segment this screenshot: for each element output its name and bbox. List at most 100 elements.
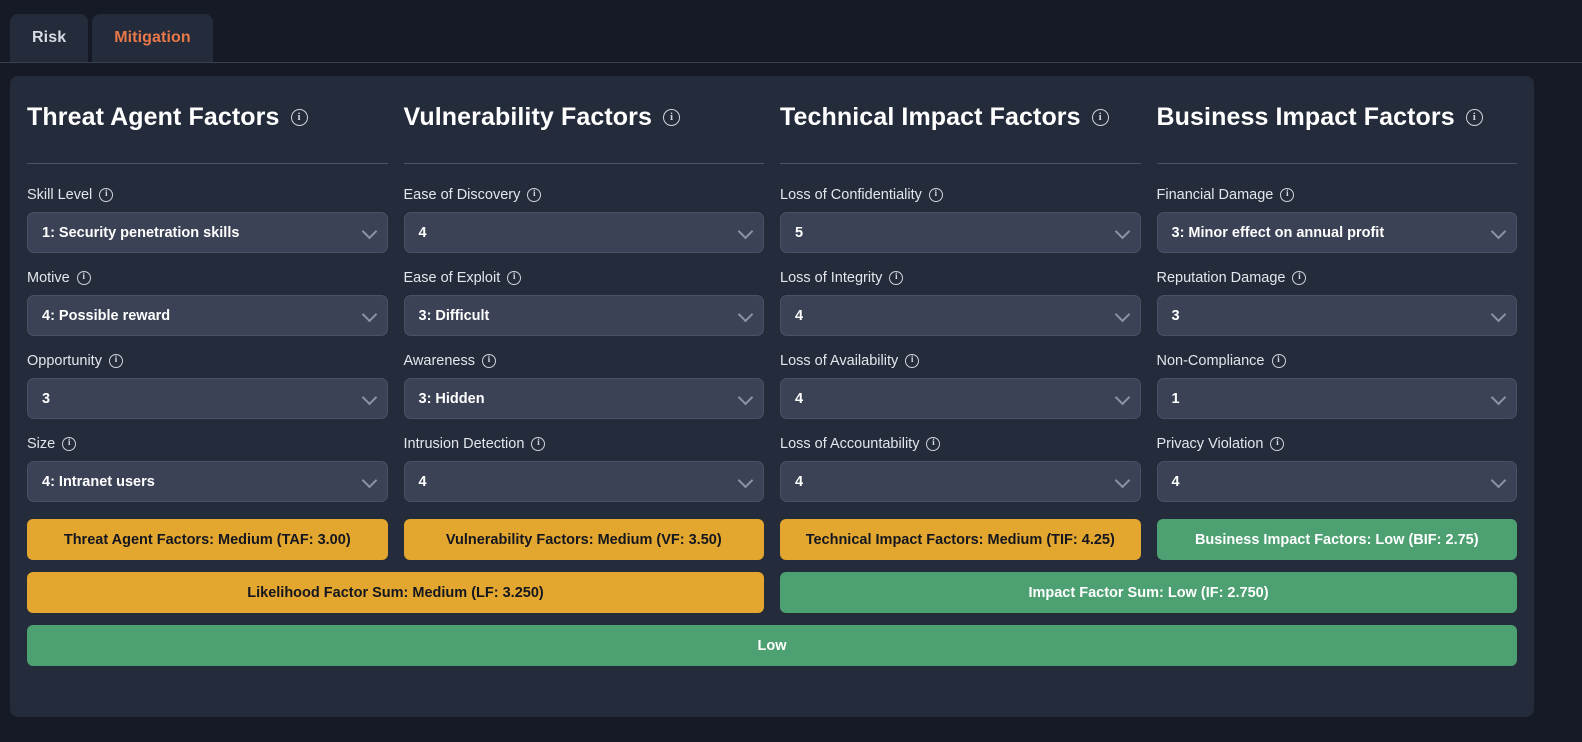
page-title-threat-agent-factors: Threat Agent Factors: [27, 102, 280, 131]
select-loss-of-confidentiality[interactable]: 5: [780, 212, 1141, 253]
chevron-down-icon: [361, 306, 377, 322]
field-motive: Motive i 4: Possible reward: [27, 270, 388, 336]
select-size[interactable]: 4: Intranet users: [27, 461, 388, 502]
select-privacy-violation[interactable]: 4: [1156, 461, 1517, 502]
select-ease-of-exploit[interactable]: 3: Difficult: [403, 295, 764, 336]
field-label: Reputation Damage: [1156, 270, 1286, 286]
column-vulnerability-factors: Ease of Discovery i 4 Ease of Exploit i …: [403, 164, 764, 560]
chevron-down-icon: [1114, 389, 1130, 405]
info-icon[interactable]: i: [531, 437, 546, 451]
select-loss-of-accountability[interactable]: 4: [780, 461, 1141, 502]
status-badge-overall-severity: Low: [27, 625, 1517, 666]
field-skill-level: Skill Level i 1: Security penetration sk…: [27, 187, 388, 253]
info-icon[interactable]: i: [481, 354, 496, 368]
field-non-compliance: Non-Compliance i 1: [1156, 353, 1517, 419]
chevron-down-icon: [1490, 306, 1507, 322]
field-loss-of-confidentiality: Loss of Confidentiality i 5: [780, 187, 1141, 253]
chevron-down-icon: [361, 223, 377, 239]
info-icon[interactable]: i: [1292, 271, 1307, 285]
field-label: Loss of Confidentiality: [780, 187, 922, 203]
factors-card: Threat Agent Factors i Vulnerability Fac…: [10, 76, 1534, 717]
info-icon[interactable]: i: [62, 437, 77, 451]
field-label: Ease of Exploit: [403, 270, 501, 286]
tab-mitigation[interactable]: Mitigation: [92, 14, 213, 62]
select-value: 4: [795, 473, 804, 490]
info-icon[interactable]: i: [928, 188, 943, 202]
factor-sum-row: Likelihood Factor Sum: Medium (LF: 3.250…: [10, 572, 1534, 613]
column-header-business-impact-factors: Business Impact Factors i: [1156, 76, 1517, 164]
select-financial-damage[interactable]: 3: Minor effect on annual profit: [1156, 212, 1517, 253]
field-awareness: Awareness i 3: Hidden: [403, 353, 764, 419]
chevron-down-icon: [737, 223, 754, 239]
select-motive[interactable]: 4: Possible reward: [27, 295, 388, 336]
field-ease-of-exploit: Ease of Exploit i 3: Difficult: [403, 270, 764, 336]
field-label: Loss of Availability: [780, 353, 899, 369]
select-value: 4: [795, 307, 804, 324]
field-loss-of-integrity: Loss of Integrity i 4: [780, 270, 1141, 336]
select-value: 4: [795, 390, 804, 407]
info-icon[interactable]: i: [527, 188, 542, 202]
select-opportunity[interactable]: 3: [27, 378, 388, 419]
status-badge-vulnerability-factors: Vulnerability Factors: Medium (VF: 3.50): [403, 519, 764, 560]
select-skill-level[interactable]: 1: Security penetration skills: [27, 212, 388, 253]
info-icon[interactable]: i: [662, 108, 680, 126]
select-value: 4: [1171, 473, 1180, 490]
select-awareness[interactable]: 3: Hidden: [403, 378, 764, 419]
info-icon[interactable]: i: [1280, 188, 1295, 202]
info-icon[interactable]: i: [507, 271, 522, 285]
select-intrusion-detection[interactable]: 4: [403, 461, 764, 502]
status-badge-impact-factor-sum: Impact Factor Sum: Low (IF: 2.750): [780, 572, 1517, 613]
info-icon[interactable]: i: [926, 437, 941, 451]
chevron-down-icon: [1114, 472, 1130, 488]
info-icon[interactable]: i: [1271, 354, 1286, 368]
page-title-business-impact-factors: Business Impact Factors: [1156, 102, 1455, 131]
info-icon[interactable]: i: [99, 188, 114, 202]
field-label: Financial Damage: [1156, 187, 1274, 203]
select-reputation-damage[interactable]: 3: [1156, 295, 1517, 336]
select-value: 5: [795, 224, 804, 241]
status-badge-threat-agent-factors: Threat Agent Factors: Medium (TAF: 3.00): [27, 519, 388, 560]
select-loss-of-integrity[interactable]: 4: [780, 295, 1141, 336]
field-reputation-damage: Reputation Damage i 3: [1156, 270, 1517, 336]
select-value: 4: [418, 224, 427, 241]
info-icon[interactable]: i: [1270, 437, 1285, 451]
field-label: Motive: [27, 270, 70, 286]
tab-risk-label: Risk: [32, 29, 67, 46]
field-label: Opportunity: [27, 353, 102, 369]
select-non-compliance[interactable]: 1: [1156, 378, 1517, 419]
info-icon[interactable]: i: [889, 271, 904, 285]
chevron-down-icon: [1490, 472, 1507, 488]
chevron-down-icon: [737, 472, 754, 488]
field-intrusion-detection: Intrusion Detection i 4: [403, 436, 764, 502]
info-icon[interactable]: i: [905, 354, 920, 368]
column-header-vulnerability-factors: Vulnerability Factors i: [403, 76, 764, 164]
select-ease-of-discovery[interactable]: 4: [403, 212, 764, 253]
page-title-technical-impact-factors: Technical Impact Factors: [780, 102, 1081, 131]
status-badge-technical-impact-factors: Technical Impact Factors: Medium (TIF: 4…: [780, 519, 1141, 560]
field-label: Awareness: [403, 353, 475, 369]
chevron-down-icon: [361, 389, 377, 405]
select-value: 4: Possible reward: [42, 307, 171, 324]
select-value: 1: Security penetration skills: [42, 224, 240, 241]
status-badge-business-impact-factors: Business Impact Factors: Low (BIF: 2.75): [1156, 519, 1517, 560]
field-label: Loss of Accountability: [780, 436, 920, 452]
field-opportunity: Opportunity i 3: [27, 353, 388, 419]
chevron-down-icon: [737, 389, 754, 405]
info-icon[interactable]: i: [1465, 108, 1483, 126]
info-icon[interactable]: i: [76, 271, 91, 285]
field-ease-of-discovery: Ease of Discovery i 4: [403, 187, 764, 253]
field-loss-of-availability: Loss of Availability i 4: [780, 353, 1141, 419]
select-value: 1: [1171, 390, 1180, 407]
field-label: Ease of Discovery: [403, 187, 521, 203]
info-icon[interactable]: i: [108, 354, 123, 368]
info-icon[interactable]: i: [290, 108, 308, 126]
info-icon[interactable]: i: [1091, 108, 1109, 126]
field-label: Skill Level: [27, 187, 93, 203]
field-label: Privacy Violation: [1156, 436, 1264, 452]
field-label: Non-Compliance: [1156, 353, 1265, 369]
column-header-threat-agent-factors: Threat Agent Factors i: [27, 76, 388, 164]
select-loss-of-availability[interactable]: 4: [780, 378, 1141, 419]
select-value: 4: Intranet users: [42, 473, 155, 490]
tab-mitigation-label: Mitigation: [114, 29, 191, 46]
tab-risk[interactable]: Risk: [10, 14, 89, 62]
